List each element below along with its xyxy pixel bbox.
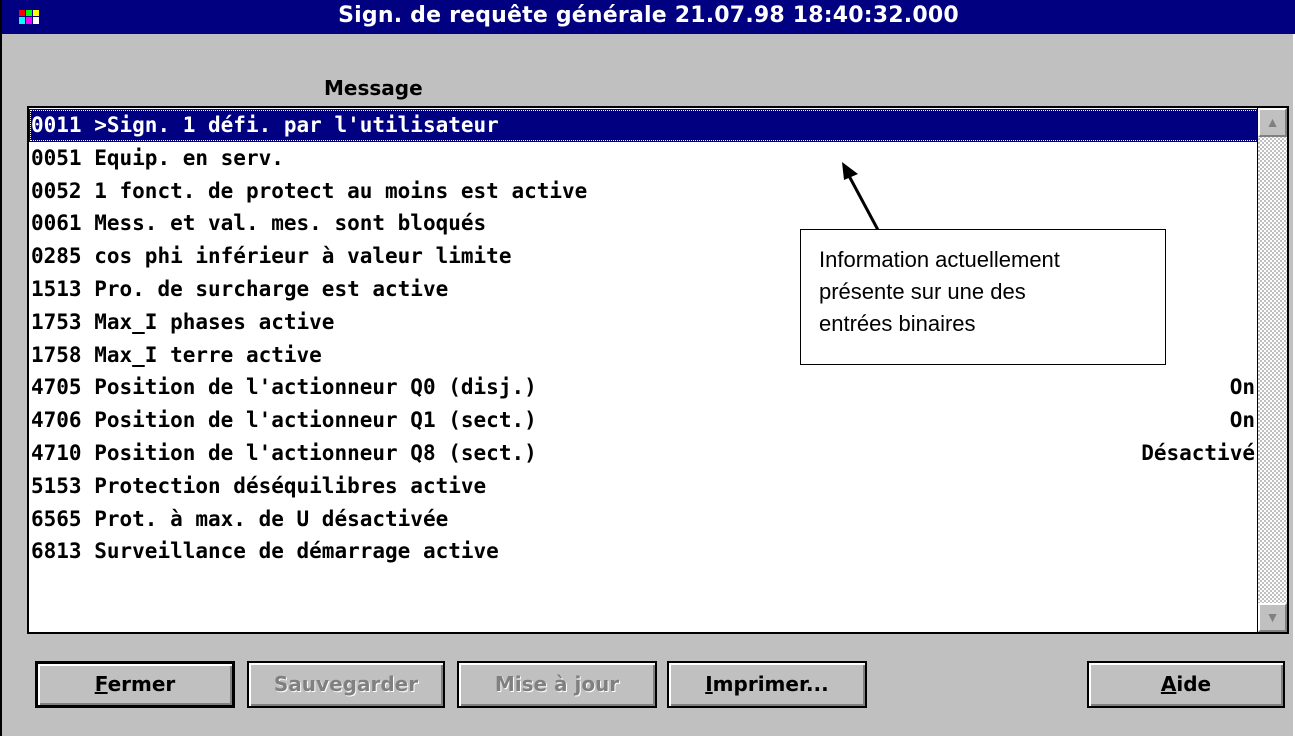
message-list[interactable]: 0011 >Sign. 1 défi. par l'utilisateur 005… [27, 106, 1289, 634]
message-code: 6813 [31, 539, 82, 564]
print-label: mprimer... [712, 672, 829, 696]
message-label: Position de l'actionneur Q1 (sect.) [94, 408, 537, 433]
arrow-up-icon: ▲ [1265, 114, 1280, 130]
arrow-down-icon: ▼ [1265, 609, 1280, 625]
message-label: >Sign. 1 défi. par l'utilisateur [94, 113, 499, 137]
close-label: ermer [107, 672, 176, 696]
list-item[interactable]: 5153 Protection déséquilibres active [29, 470, 1259, 503]
annotation-line: entrées binaires [819, 311, 976, 336]
scroll-up-button[interactable]: ▲ [1258, 108, 1287, 137]
message-code: 1753 [31, 309, 82, 334]
close-button[interactable]: Fermer [35, 661, 235, 708]
print-mnemonic: I [705, 672, 713, 696]
message-text: 4710 Position de l'actionneur Q8 (sect.) [31, 437, 537, 470]
message-label: Position de l'actionneur Q0 (disj.) [94, 375, 537, 400]
help-mnemonic: A [1160, 672, 1177, 696]
title-bar[interactable]: Sign. de requête générale 21.07.98 18:40… [2, 0, 1295, 34]
help-label: ide [1176, 672, 1212, 696]
print-button[interactable]: Imprimer... [667, 661, 867, 708]
message-text: 6813 Surveillance de démarrage active [31, 535, 499, 568]
message-label: Max_I phases active [94, 309, 335, 334]
list-item[interactable]: 6565 Prot. à max. de U désactivée [29, 503, 1259, 536]
message-label: Max_I terre active [94, 342, 322, 367]
list-item[interactable]: 4710 Position de l'actionneur Q8 (sect.)… [29, 437, 1259, 470]
message-text: 1758 Max_I terre active [31, 339, 322, 372]
message-code: 4710 [31, 440, 82, 465]
message-text: 1513 Pro. de surcharge est active [31, 273, 448, 306]
scroll-down-button[interactable]: ▼ [1258, 603, 1287, 632]
message-code: 0051 [31, 145, 82, 170]
message-text: 1753 Max_I phases active [31, 306, 334, 339]
update-button[interactable]: Mise à jour [457, 661, 657, 708]
message-code: 1758 [31, 342, 82, 367]
message-label: Surveillance de démarrage active [94, 539, 499, 564]
message-label: Equip. en serv. [94, 145, 284, 170]
message-code: 0285 [31, 244, 82, 269]
message-code: 0052 [31, 178, 82, 203]
message-value: Désactivé [1141, 440, 1255, 465]
message-label: Position de l'actionneur Q8 (sect.) [94, 440, 537, 465]
list-item[interactable]: 4705 Position de l'actionneur Q0 (disj.)… [29, 371, 1259, 404]
list-item[interactable]: 0051 Equip. en serv. [29, 142, 1259, 175]
message-label: Prot. à max. de U désactivée [94, 506, 449, 531]
message-code: 4705 [31, 375, 82, 400]
callout-arrow [842, 162, 880, 231]
message-value: On [1229, 375, 1255, 400]
annotation-callout: Information actuellement présente sur un… [800, 229, 1166, 365]
message-code: 0061 [31, 211, 82, 236]
message-code: 0011 [31, 113, 82, 137]
message-label: 1 fonct. de protect au moins est active [94, 178, 588, 203]
list-item[interactable]: 0011 >Sign. 1 défi. par l'utilisateur [29, 109, 1259, 142]
message-label: Protection déséquilibres active [94, 473, 487, 498]
message-label: Pro. de surcharge est active [94, 276, 449, 301]
message-text: 5153 Protection déséquilibres active [31, 470, 486, 503]
message-value: On [1229, 408, 1255, 433]
message-text: 0061 Mess. et val. mes. sont bloqués [31, 207, 486, 240]
list-item[interactable]: 0052 1 fonct. de protect au moins est ac… [29, 175, 1259, 208]
message-label: Mess. et val. mes. sont bloqués [94, 211, 487, 236]
annotation-line: présente sur une des [819, 279, 1026, 304]
message-code: 1513 [31, 276, 82, 301]
list-item[interactable]: 4706 Position de l'actionneur Q1 (sect.)… [29, 404, 1259, 437]
update-label: Mise à jour [494, 672, 620, 696]
help-button[interactable]: Aide [1087, 661, 1285, 708]
column-header-message: Message [324, 76, 423, 100]
message-label: cos phi inférieur à valeur limite [94, 244, 512, 269]
message-code: 6565 [31, 506, 82, 531]
message-text: 4705 Position de l'actionneur Q0 (disj.) [31, 371, 537, 404]
dialog-window: Sign. de requête générale 21.07.98 18:40… [0, 0, 1295, 736]
save-label: Sauvegarder [273, 672, 419, 696]
list-item[interactable]: 6813 Surveillance de démarrage active [29, 535, 1259, 568]
message-text: 0285 cos phi inférieur à valeur limite [31, 240, 511, 273]
message-text: 6565 Prot. à max. de U désactivée [31, 503, 448, 536]
message-code: 4706 [31, 408, 82, 433]
message-text: 4706 Position de l'actionneur Q1 (sect.) [31, 404, 537, 437]
vertical-scrollbar[interactable]: ▲ ▼ [1257, 108, 1287, 632]
message-code: 5153 [31, 473, 82, 498]
window-title: Sign. de requête générale 21.07.98 18:40… [338, 3, 959, 28]
save-button[interactable]: Sauvegarder [247, 661, 445, 708]
message-text: 0052 1 fonct. de protect au moins est ac… [31, 175, 587, 208]
close-mnemonic: F [94, 672, 108, 696]
message-text: 0011 >Sign. 1 défi. par l'utilisateur [31, 109, 499, 142]
annotation-line: Information actuellement [819, 247, 1060, 272]
message-text: 0051 Equip. en serv. [31, 142, 284, 175]
